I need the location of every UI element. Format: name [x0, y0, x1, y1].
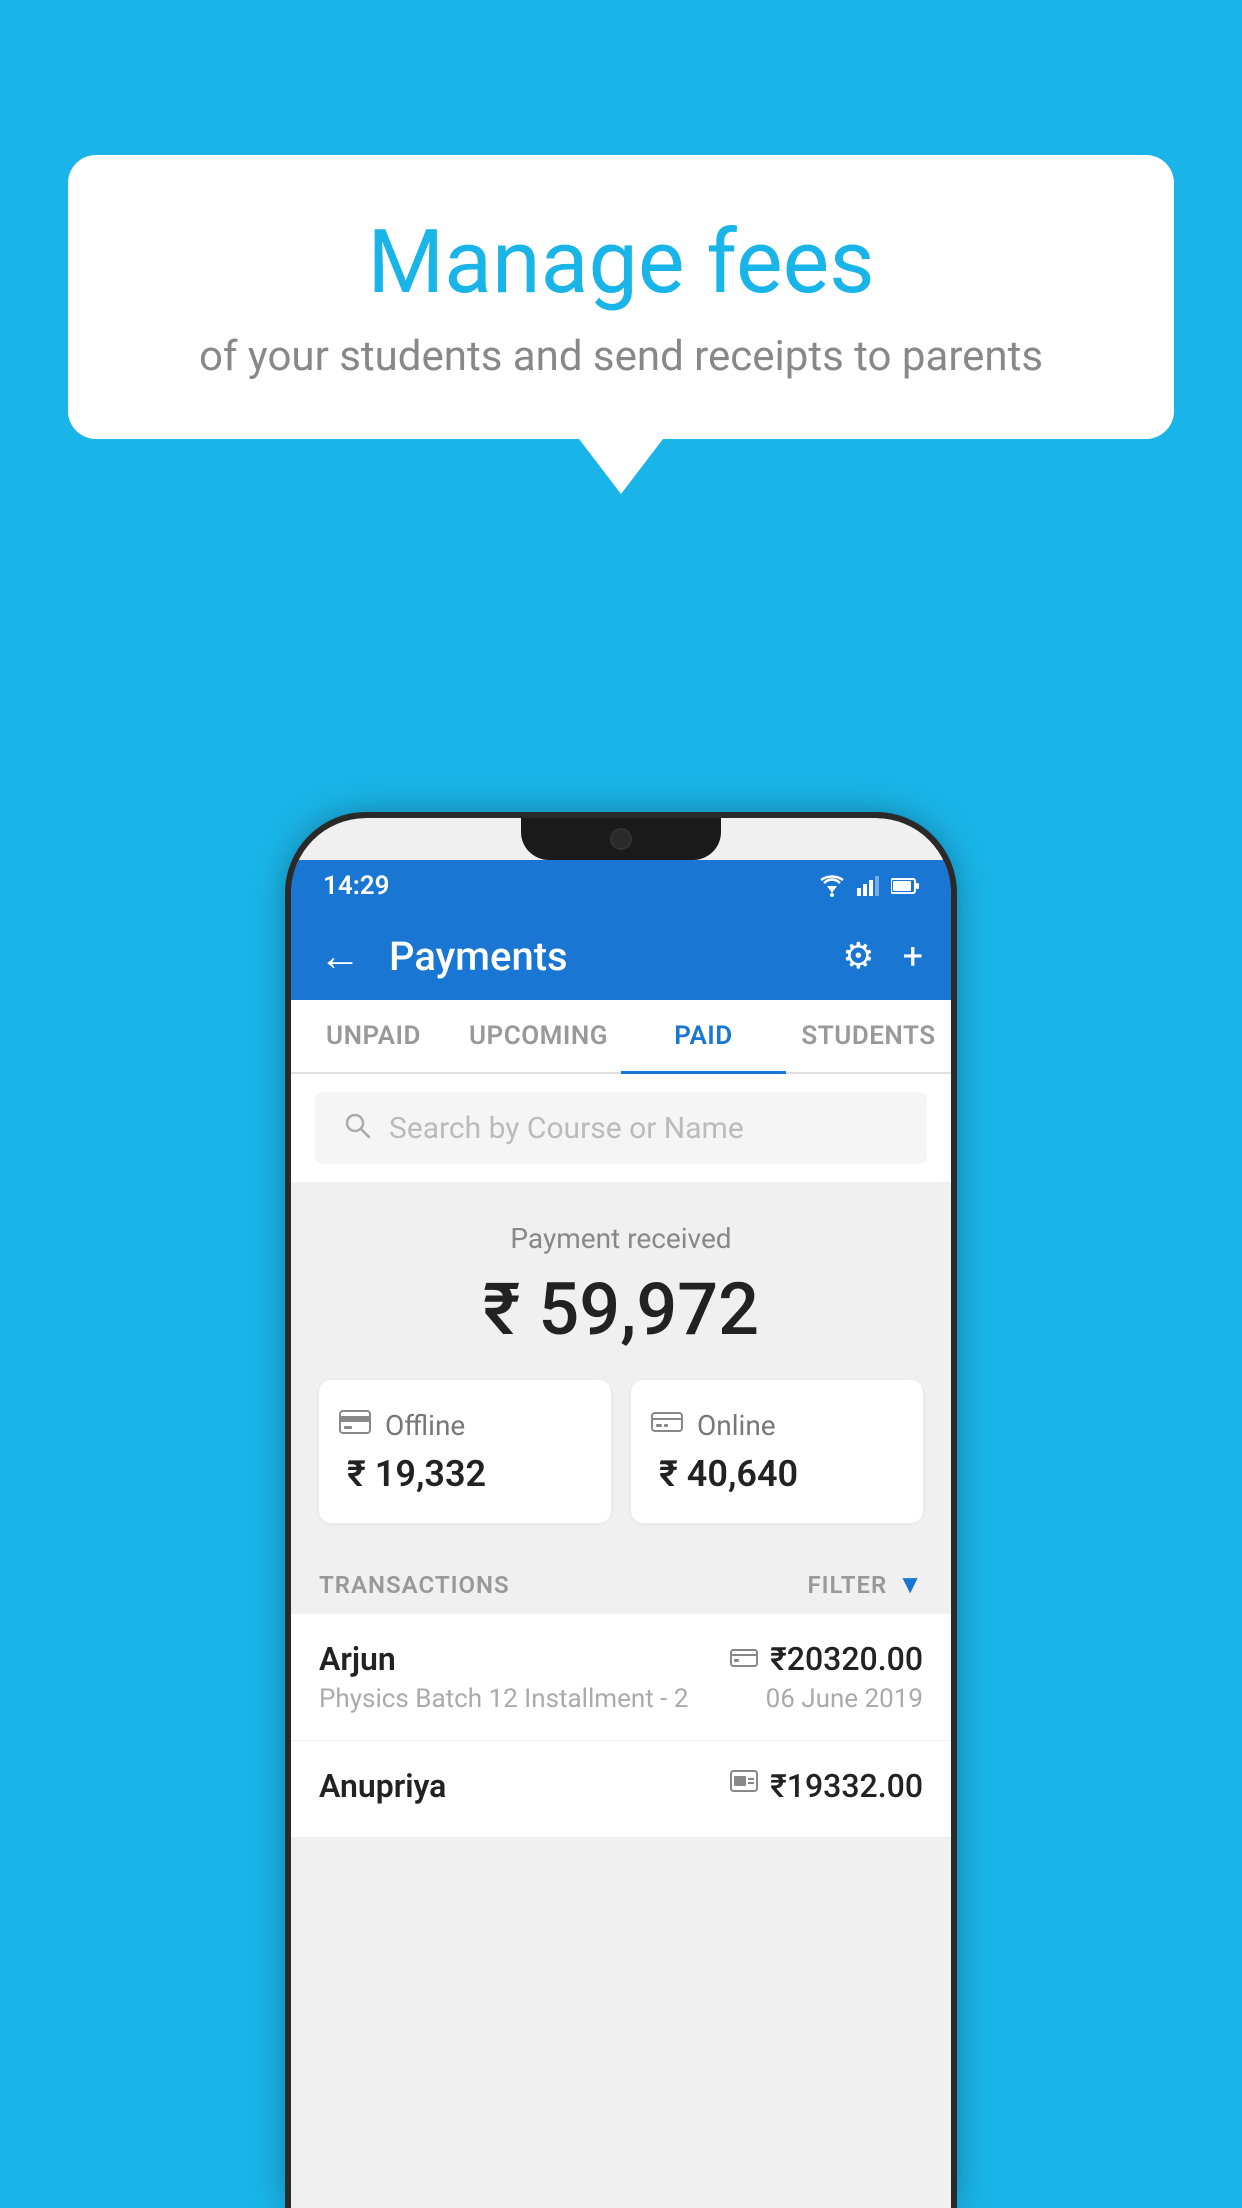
offline-amount: ₹ 19,332: [339, 1453, 591, 1495]
online-label: Online: [697, 1409, 776, 1442]
online-icon: [651, 1408, 683, 1443]
transaction-list: Arjun ₹20320.00 Physics Batch 1: [291, 1614, 951, 1838]
status-time: 14:29: [323, 871, 390, 901]
filter-icon: ▼: [897, 1569, 923, 1600]
tab-upcoming[interactable]: UPCOMING: [456, 1000, 621, 1072]
status-icons: [817, 875, 919, 897]
transaction-date: 06 June 2019: [766, 1684, 923, 1714]
transaction-amount: ₹20320.00: [770, 1640, 923, 1678]
speech-bubble-container: Manage fees of your students and send re…: [68, 155, 1174, 494]
speech-bubble-title: Manage fees: [148, 215, 1094, 312]
phone-frame: 14:29: [291, 818, 951, 2208]
status-bar: 14:29: [291, 860, 951, 912]
phone-notch: [521, 818, 721, 860]
search-bar-container: Search by Course or Name: [291, 1074, 951, 1182]
offline-label: Offline: [385, 1409, 465, 1442]
offline-pay-icon: [730, 1770, 758, 1803]
filter-label: FILTER: [807, 1571, 887, 1599]
payment-received-label: Payment received: [319, 1222, 923, 1255]
filter-button[interactable]: FILTER ▼: [807, 1569, 923, 1600]
header-icons: ⚙ +: [842, 935, 923, 977]
tab-unpaid[interactable]: UNPAID: [291, 1000, 456, 1072]
search-bar[interactable]: Search by Course or Name: [315, 1092, 927, 1164]
back-button[interactable]: ←: [319, 932, 361, 981]
tab-students[interactable]: STUDENTS: [786, 1000, 951, 1072]
total-payment-amount: ₹ 59,972: [319, 1267, 923, 1352]
phone-screen: 14:29: [291, 818, 951, 2208]
tabs-bar: UNPAID UPCOMING PAID STUDENTS: [291, 1000, 951, 1074]
payment-cards-row: Offline ₹ 19,332: [319, 1380, 923, 1523]
transactions-header: TRANSACTIONS FILTER ▼: [291, 1551, 951, 1614]
battery-icon: [891, 877, 919, 895]
front-camera: [610, 828, 632, 850]
search-placeholder-text: Search by Course or Name: [389, 1111, 744, 1146]
payment-summary: Payment received ₹ 59,972 Offline: [291, 1182, 951, 1551]
transaction-name: Arjun: [319, 1640, 396, 1678]
transaction-detail: Physics Batch 12 Installment - 2: [319, 1684, 688, 1714]
online-card-header: Online: [651, 1408, 903, 1443]
app-header: ← Payments ⚙ +: [291, 912, 951, 1000]
online-amount: ₹ 40,640: [651, 1453, 903, 1495]
tab-paid[interactable]: PAID: [621, 1000, 786, 1072]
add-icon[interactable]: +: [903, 935, 923, 977]
transaction-amount: ₹19332.00: [770, 1767, 923, 1805]
offline-payment-card: Offline ₹ 19,332: [319, 1380, 611, 1523]
transaction-row[interactable]: Arjun ₹20320.00 Physics Batch 1: [291, 1614, 951, 1741]
speech-bubble-subtitle: of your students and send receipts to pa…: [148, 330, 1094, 385]
settings-icon[interactable]: ⚙: [842, 935, 874, 977]
speech-bubble: Manage fees of your students and send re…: [68, 155, 1174, 439]
search-icon: [343, 1109, 371, 1147]
page-title: Payments: [389, 933, 842, 980]
transaction-row-bottom: Physics Batch 12 Installment - 2 06 June…: [319, 1684, 923, 1714]
transaction-row[interactable]: Anupriya ₹19332.00: [291, 1741, 951, 1838]
speech-bubble-arrow: [579, 439, 663, 494]
wifi-icon: [817, 875, 847, 897]
transaction-row-top: Arjun ₹20320.00: [319, 1640, 923, 1678]
transaction-amount-wrap: ₹19332.00: [730, 1767, 923, 1805]
transaction-amount-wrap: ₹20320.00: [730, 1640, 923, 1678]
signal-icon: [857, 876, 881, 896]
online-pay-icon: [730, 1643, 758, 1676]
transactions-label: TRANSACTIONS: [319, 1571, 510, 1599]
online-payment-card: Online ₹ 40,640: [631, 1380, 923, 1523]
transaction-row-top: Anupriya ₹19332.00: [319, 1767, 923, 1805]
transaction-name: Anupriya: [319, 1767, 446, 1805]
offline-card-header: Offline: [339, 1408, 591, 1443]
offline-icon: [339, 1408, 371, 1443]
